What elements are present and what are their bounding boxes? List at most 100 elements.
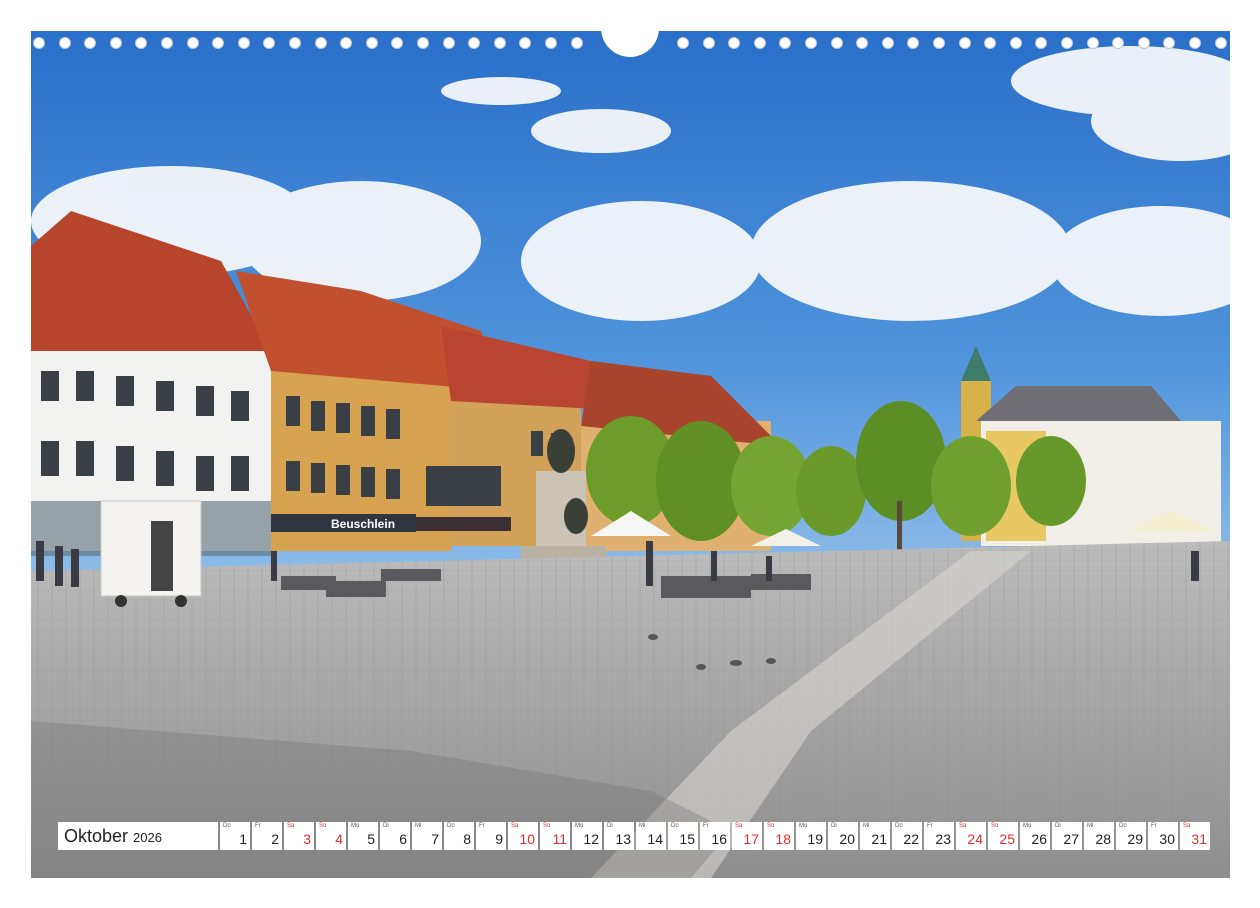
binding-hole xyxy=(263,37,276,49)
day-cell: Sa 24 xyxy=(956,822,986,850)
day-cell: Sa 31 xyxy=(1180,822,1210,850)
binding-hole xyxy=(161,37,173,49)
day-number: 16 xyxy=(711,831,727,847)
binding-hole xyxy=(135,37,148,49)
binding-hole xyxy=(391,37,404,49)
day-number: 10 xyxy=(519,831,535,847)
month-year: 2026 xyxy=(133,830,162,845)
day-cell: Mo 26 xyxy=(1020,822,1050,850)
binding-hole xyxy=(1214,37,1227,49)
weekday-label: Fr xyxy=(927,823,933,829)
day-cell: Di 27 xyxy=(1052,822,1082,850)
day-cell: Mi 7 xyxy=(412,822,442,850)
day-cell: Mi 28 xyxy=(1084,822,1114,850)
weekday-label: Sa xyxy=(959,823,967,829)
weekday-label: So xyxy=(991,823,999,829)
binding-hole xyxy=(1163,37,1176,49)
binding-hole xyxy=(984,37,997,49)
weekday-label: Fr xyxy=(703,823,709,829)
day-number: 6 xyxy=(399,831,407,847)
calendar-photo: Beuschlein xyxy=(31,31,1230,878)
day-number: 5 xyxy=(367,831,375,847)
binding-hole xyxy=(519,37,532,49)
day-cell: So 18 xyxy=(764,822,794,850)
day-cells: Do 1 Fr 2 Sa 3 So 4 Mo 5 Di 6 Mi 7 Do 8 Fr 9 Sa 10 So 11 Mo 12 D… xyxy=(220,822,1210,850)
binding-hole xyxy=(340,37,353,49)
weekday-label: Mo xyxy=(575,823,584,829)
day-number: 4 xyxy=(335,831,343,847)
binding-hole xyxy=(779,37,792,49)
binding-hole xyxy=(570,37,583,49)
binding-hole xyxy=(1061,37,1073,49)
day-number: 21 xyxy=(871,831,887,847)
weekday-label: So xyxy=(543,823,551,829)
calendar-strip: Oktober 2026 Do 1 Fr 2 Sa 3 So 4 Mo 5 Di 6 Mi 7 Do 8 Fr 9… xyxy=(58,822,1210,850)
binding-hole xyxy=(84,37,97,49)
weekday-label: Fr xyxy=(1151,823,1157,829)
binding-hole xyxy=(805,37,817,49)
binding-hole xyxy=(728,37,741,49)
day-number: 22 xyxy=(903,831,919,847)
day-cell: Di 6 xyxy=(380,822,410,850)
binding-hole xyxy=(1189,37,1201,49)
binding-hole xyxy=(493,37,506,49)
day-number: 14 xyxy=(647,831,663,847)
day-number: 8 xyxy=(463,831,471,847)
weekday-label: So xyxy=(319,823,327,829)
binding-hole xyxy=(545,37,557,49)
weekday-label: Mo xyxy=(351,823,360,829)
day-number: 12 xyxy=(583,831,599,847)
day-cell: Fr 30 xyxy=(1148,822,1178,850)
day-cell: Do 22 xyxy=(892,822,922,850)
binding-hole xyxy=(33,37,45,49)
day-number: 20 xyxy=(839,831,855,847)
binding-hole xyxy=(881,37,894,49)
day-cell: So 11 xyxy=(540,822,570,850)
day-cell: Fr 9 xyxy=(476,822,506,850)
binding-hole xyxy=(365,37,378,49)
binding-hole xyxy=(1137,37,1150,49)
day-cell: So 4 xyxy=(316,822,346,850)
month-name: Oktober xyxy=(64,825,129,846)
day-cell: So 25 xyxy=(988,822,1018,850)
day-cell: Di 13 xyxy=(604,822,634,850)
market-trailer xyxy=(100,500,202,607)
day-cell: Sa 3 xyxy=(284,822,314,850)
day-number: 1 xyxy=(239,831,247,847)
day-number: 17 xyxy=(743,831,759,847)
binding-hole xyxy=(830,37,843,49)
day-number: 15 xyxy=(679,831,695,847)
weekday-label: Mi xyxy=(415,823,422,829)
binding-hole xyxy=(442,37,455,49)
day-cell: Fr 16 xyxy=(700,822,730,850)
shop-sign: Beuschlein xyxy=(331,517,395,531)
weekday-label: Mi xyxy=(639,823,646,829)
day-cell: Mi 21 xyxy=(860,822,890,850)
binding-hole xyxy=(702,37,715,49)
weekday-label: Di xyxy=(383,823,389,829)
weekday-label: Mo xyxy=(799,823,808,829)
month-label: Oktober 2026 xyxy=(58,822,218,850)
binding-hole xyxy=(907,37,920,49)
binding-hole xyxy=(1112,37,1125,49)
day-cell: Mi 14 xyxy=(636,822,666,850)
day-cell: Fr 2 xyxy=(252,822,282,850)
weekday-label: Fr xyxy=(255,823,261,829)
binding-hole xyxy=(1086,37,1099,49)
day-cell: Mo 19 xyxy=(796,822,826,850)
day-number: 11 xyxy=(552,831,567,847)
binding-hole xyxy=(933,37,945,49)
binding-hole xyxy=(856,37,869,49)
weekday-label: Mi xyxy=(1087,823,1094,829)
day-cell: Sa 17 xyxy=(732,822,762,850)
day-number: 27 xyxy=(1063,831,1079,847)
day-number: 26 xyxy=(1031,831,1047,847)
day-cell: Do 29 xyxy=(1116,822,1146,850)
town-square-scene: Beuschlein xyxy=(31,31,1230,878)
day-cell: Fr 23 xyxy=(924,822,954,850)
binding-hole xyxy=(186,37,199,49)
binding-hole xyxy=(289,37,301,49)
weekday-label: Di xyxy=(831,823,837,829)
day-number: 18 xyxy=(775,831,791,847)
day-number: 28 xyxy=(1095,831,1111,847)
